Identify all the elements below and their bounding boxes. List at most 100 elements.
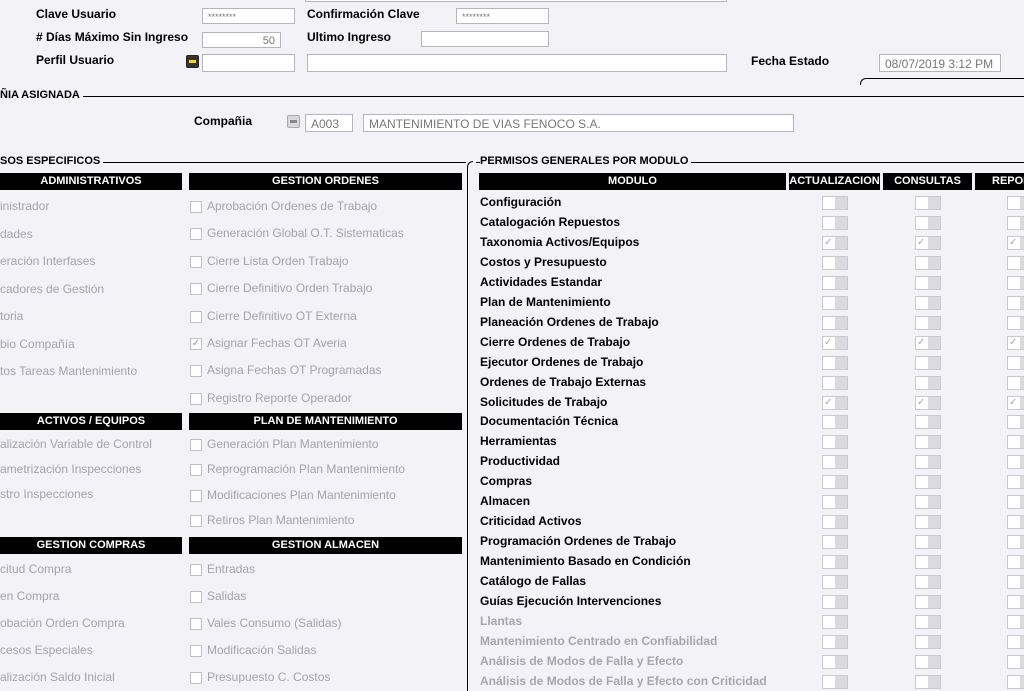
gestion_almacen-checkbox[interactable] [190, 591, 202, 603]
gestion_ordenes-checkbox[interactable] [190, 228, 202, 241]
consultas-toggle[interactable] [915, 475, 941, 490]
reportes-toggle[interactable] [1007, 295, 1024, 310]
actualizacion-toggle[interactable] [822, 575, 848, 590]
actualizacion-toggle[interactable] [822, 196, 848, 210]
actualizacion-toggle[interactable] [822, 535, 848, 550]
actualizacion-toggle[interactable] [822, 475, 848, 490]
reportes-toggle[interactable] [1007, 196, 1024, 210]
reportes-toggle[interactable] [1007, 255, 1024, 270]
reportes-toggle[interactable]: ✓ [1007, 235, 1024, 250]
actualizacion-toggle[interactable] [822, 614, 848, 629]
reportes-toggle[interactable] [1007, 455, 1024, 470]
actualizacion-toggle[interactable] [822, 634, 848, 649]
gestion_ordenes-checkbox[interactable] [190, 310, 202, 323]
consultas-toggle[interactable] [915, 555, 941, 570]
reportes-toggle[interactable]: ✓ [1007, 335, 1024, 350]
dias-maximo-field[interactable]: 50 [202, 32, 281, 48]
actualizacion-toggle[interactable] [822, 654, 848, 669]
reportes-toggle[interactable] [1007, 275, 1024, 290]
reportes-toggle[interactable] [1007, 614, 1024, 629]
consultas-toggle[interactable] [915, 275, 941, 290]
consultas-toggle[interactable] [915, 435, 941, 450]
gestion_almacen-checkbox[interactable] [190, 618, 202, 630]
gestion_ordenes-checkbox[interactable]: ✓ [190, 338, 202, 350]
administrativos-permission: bio Compañía [0, 336, 75, 351]
reportes-toggle[interactable] [1007, 375, 1024, 390]
plan_mantenimiento-checkbox[interactable] [190, 489, 202, 502]
reportes-toggle[interactable]: ✓ [1007, 395, 1024, 410]
consultas-toggle[interactable] [915, 196, 941, 210]
confirmacion-clave-field[interactable]: ******** [456, 8, 549, 24]
perfil-usuario-field[interactable] [202, 54, 295, 72]
actualizacion-toggle[interactable] [822, 295, 848, 310]
consultas-toggle[interactable] [915, 295, 941, 310]
reportes-toggle[interactable] [1007, 415, 1024, 430]
perfil-lookup-icon[interactable] [186, 55, 199, 68]
actualizacion-toggle[interactable]: ✓ [822, 395, 848, 410]
actualizacion-toggle[interactable] [822, 595, 848, 609]
gestion_ordenes-checkbox[interactable] [190, 201, 202, 213]
consultas-toggle[interactable] [915, 654, 941, 669]
gestion_ordenes-checkbox[interactable] [190, 283, 202, 296]
consultas-toggle[interactable] [915, 255, 941, 270]
gestion_almacen-checkbox[interactable] [190, 645, 202, 657]
consultas-toggle[interactable] [915, 535, 941, 550]
gestion_ordenes-checkbox[interactable] [190, 365, 202, 378]
consultas-toggle[interactable] [915, 215, 941, 230]
consultas-toggle[interactable] [915, 415, 941, 430]
check-icon: ✓ [824, 336, 833, 348]
consultas-toggle[interactable] [915, 375, 941, 390]
gestion_ordenes-permission: Aprobación Ordenes de Trabajo [207, 199, 378, 213]
actualizacion-toggle[interactable] [822, 515, 848, 530]
reportes-toggle[interactable] [1007, 595, 1024, 609]
actualizacion-toggle[interactable]: ✓ [822, 235, 848, 250]
consultas-toggle[interactable] [915, 515, 941, 530]
actualizacion-toggle[interactable] [822, 415, 848, 430]
consultas-toggle[interactable] [915, 315, 941, 330]
gestion_almacen-checkbox[interactable] [190, 672, 202, 684]
reportes-toggle[interactable] [1007, 634, 1024, 649]
compania-lookup-icon[interactable] [287, 115, 300, 128]
actualizacion-toggle[interactable] [822, 375, 848, 390]
actualizacion-toggle[interactable]: ✓ [822, 335, 848, 350]
reportes-toggle[interactable] [1007, 475, 1024, 490]
reportes-toggle[interactable] [1007, 215, 1024, 230]
reportes-toggle[interactable] [1007, 315, 1024, 330]
actualizacion-toggle[interactable] [822, 555, 848, 570]
header-activos-equipos: ACTIVOS / EQUIPOS [0, 413, 182, 430]
reportes-toggle[interactable] [1007, 654, 1024, 669]
consultas-toggle[interactable] [915, 355, 941, 370]
consultas-toggle[interactable] [915, 595, 941, 609]
gestion_ordenes-checkbox[interactable] [190, 392, 202, 405]
consultas-toggle[interactable] [915, 495, 941, 510]
gestion_ordenes-checkbox[interactable] [190, 255, 202, 268]
actualizacion-toggle[interactable] [822, 255, 848, 270]
consultas-toggle[interactable] [915, 614, 941, 629]
consultas-toggle[interactable] [915, 575, 941, 590]
consultas-toggle[interactable] [915, 455, 941, 470]
reportes-toggle[interactable] [1007, 515, 1024, 530]
ultimo-ingreso-field[interactable] [421, 31, 549, 47]
reportes-toggle[interactable] [1007, 495, 1024, 510]
consultas-toggle[interactable] [915, 634, 941, 649]
actualizacion-toggle[interactable] [822, 455, 848, 470]
plan_mantenimiento-checkbox[interactable] [190, 439, 202, 451]
actualizacion-toggle[interactable] [822, 435, 848, 450]
consultas-toggle[interactable]: ✓ [915, 235, 941, 250]
actualizacion-toggle[interactable] [822, 495, 848, 510]
reportes-toggle[interactable] [1007, 575, 1024, 590]
actualizacion-toggle[interactable] [822, 315, 848, 330]
clave-usuario-field[interactable]: ******** [202, 8, 295, 24]
reportes-toggle[interactable] [1007, 355, 1024, 370]
actualizacion-toggle[interactable] [822, 275, 848, 290]
consultas-toggle[interactable]: ✓ [915, 395, 941, 410]
plan_mantenimiento-checkbox[interactable] [190, 464, 202, 477]
consultas-toggle[interactable]: ✓ [915, 335, 941, 350]
reportes-toggle[interactable] [1007, 435, 1024, 450]
reportes-toggle[interactable] [1007, 535, 1024, 550]
gestion_almacen-checkbox[interactable] [190, 564, 202, 576]
actualizacion-toggle[interactable] [822, 215, 848, 230]
reportes-toggle[interactable] [1007, 555, 1024, 570]
plan_mantenimiento-checkbox[interactable] [190, 514, 202, 527]
actualizacion-toggle[interactable] [822, 355, 848, 370]
